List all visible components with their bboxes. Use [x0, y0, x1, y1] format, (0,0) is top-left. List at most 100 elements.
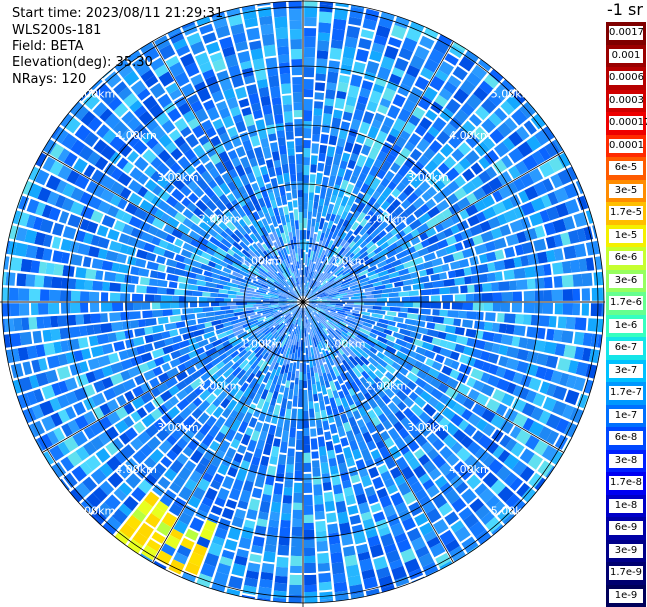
range-gate [332, 153, 342, 166]
range-gate [276, 174, 284, 185]
range-gate [306, 230, 311, 240]
range-gate [317, 552, 330, 564]
range-gate [274, 575, 288, 584]
colorbar-tick-label: 3e-9 [609, 543, 643, 558]
range-gate [51, 276, 63, 289]
range-gate [303, 193, 309, 203]
range-gate [337, 511, 349, 525]
range-gate [144, 401, 156, 413]
range-gate [291, 67, 302, 76]
range-gate [334, 97, 346, 110]
range-gate [221, 507, 235, 520]
range-gate [561, 274, 574, 288]
range-gate [553, 275, 563, 288]
range-gate [116, 253, 127, 264]
range-gate [237, 305, 245, 309]
range-gate [330, 552, 344, 564]
range-gate [303, 452, 311, 463]
range-gate [312, 460, 320, 468]
range-gate [563, 344, 577, 359]
range-gate [134, 327, 146, 337]
range-gate [513, 325, 526, 337]
range-gate [228, 575, 243, 590]
colorbar-swatch: 1e-6 [606, 314, 646, 337]
range-gate [170, 302, 180, 309]
range-gate [572, 288, 580, 301]
range-gate [370, 503, 382, 513]
range-gate [364, 291, 372, 296]
range-gate [205, 311, 215, 317]
range-gate [505, 324, 515, 335]
range-gate [509, 280, 517, 291]
range-gate [574, 317, 587, 331]
range-gate [458, 310, 467, 319]
range-gate [365, 298, 377, 302]
range-gate [492, 292, 502, 302]
range-gate [355, 48, 369, 63]
range-gate [180, 83, 195, 98]
range-gate [202, 32, 217, 44]
range-gate [230, 305, 238, 310]
range-gate [554, 303, 563, 315]
range-gate [360, 311, 371, 316]
range-gate [237, 444, 247, 454]
range-gate [318, 11, 333, 24]
range-gate [297, 247, 301, 256]
range-gate [325, 155, 334, 166]
range-gate [328, 457, 337, 467]
range-gate [227, 302, 237, 306]
range-gate [307, 211, 313, 220]
range-gate [174, 238, 184, 247]
range-gate [298, 379, 303, 389]
range-gate [313, 484, 323, 496]
range-gate [157, 316, 169, 325]
range-gate [274, 114, 284, 125]
range-gate [133, 302, 142, 311]
range-gate [71, 290, 81, 302]
range-gate [145, 294, 155, 302]
range-gate [25, 274, 36, 287]
colorbar-tick-label: 0.0003 [609, 93, 644, 108]
range-gate [96, 333, 110, 345]
range-gate [273, 8, 287, 18]
range-gate [313, 108, 323, 116]
range-gate [387, 311, 397, 317]
range-gate [208, 287, 219, 293]
range-gate [318, 446, 327, 457]
range-gate [564, 389, 580, 406]
colorbar-tick-label: 3e-5 [609, 183, 643, 198]
range-gate [142, 310, 153, 319]
range-gate [67, 338, 80, 351]
range-gate [309, 174, 316, 183]
range-gate [238, 98, 250, 108]
range-gate [401, 296, 411, 302]
range-label: 3.00km [157, 421, 199, 434]
range-gate [551, 289, 563, 301]
range-gate [293, 482, 303, 493]
range-gate [314, 495, 324, 505]
colorbar-swatch: 0.0003 [606, 89, 646, 112]
range-gate [88, 335, 99, 347]
range-gate [279, 441, 288, 454]
range-gate [512, 291, 522, 302]
range-gate [77, 243, 91, 256]
range-gate [412, 283, 425, 290]
range-gate [285, 131, 294, 140]
range-label: 4.00km [115, 129, 157, 142]
range-gate [311, 143, 319, 154]
range-gate [327, 449, 336, 459]
range-gate [166, 288, 175, 295]
colorbar-swatch: 6e-9 [606, 517, 646, 540]
range-gate [346, 25, 361, 39]
range-gate [342, 46, 356, 60]
range-gate [334, 492, 345, 503]
range-gate [309, 408, 315, 418]
range-gate [346, 564, 360, 578]
range-gate [69, 326, 81, 338]
range-gate [68, 278, 77, 290]
range-gate [244, 304, 254, 308]
range-gate [22, 361, 33, 376]
range-gate [192, 290, 203, 297]
range-gate [431, 257, 443, 267]
range-gate [311, 376, 316, 385]
